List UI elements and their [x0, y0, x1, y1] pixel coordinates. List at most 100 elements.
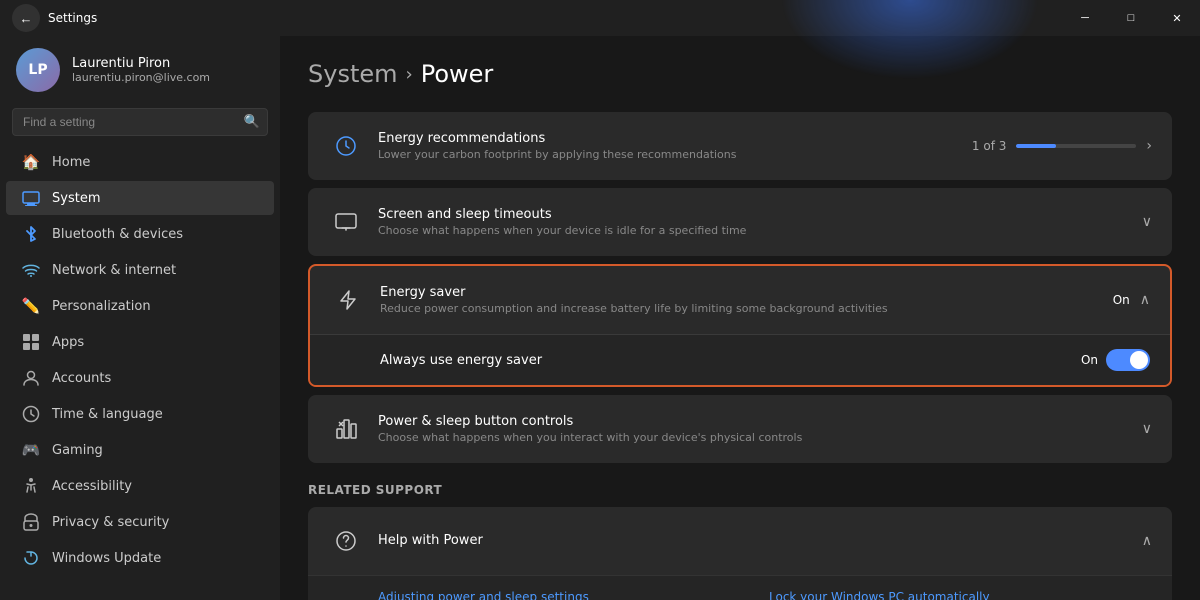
energy-saver-icon — [330, 282, 366, 318]
sidebar-item-bluetooth[interactable]: Bluetooth & devices — [6, 217, 274, 251]
close-button[interactable]: ✕ — [1154, 0, 1200, 36]
energy-saver-chevron-icon: ∧ — [1140, 292, 1150, 308]
back-button[interactable]: ← — [12, 4, 40, 32]
power-sleep-btn-title: Power & sleep button controls — [378, 414, 1142, 429]
help-card: Help with Power ∧ Adjusting power and sl… — [308, 507, 1172, 600]
screen-sleep-right: ∨ — [1142, 214, 1152, 230]
sidebar-item-personalization-label: Personalization — [52, 299, 151, 314]
sidebar-item-personalization[interactable]: ✏️ Personalization — [6, 289, 274, 323]
screen-sleep-card: Screen and sleep timeouts Choose what ha… — [308, 188, 1172, 256]
titlebar-controls: ─ □ ✕ — [1062, 0, 1200, 36]
breadcrumb-parent: System — [308, 60, 398, 88]
energy-recommendations-card: Energy recommendations Lower your carbon… — [308, 112, 1172, 180]
personalization-icon: ✏️ — [22, 297, 40, 315]
screen-sleep-row[interactable]: Screen and sleep timeouts Choose what ha… — [308, 188, 1172, 256]
sidebar-item-accessibility-label: Accessibility — [52, 479, 132, 494]
user-name: Laurentiu Piron — [72, 56, 210, 71]
titlebar-title: Settings — [48, 11, 97, 25]
user-email: laurentiu.piron@live.com — [72, 71, 210, 84]
energy-rec-right: 1 of 3 › — [972, 138, 1152, 154]
titlebar: ← Settings ─ □ ✕ — [0, 0, 1200, 36]
sidebar-item-system[interactable]: System — [6, 181, 274, 215]
sidebar-item-accounts[interactable]: Accounts — [6, 361, 274, 395]
power-sleep-btn-card: Power & sleep button controls Choose wha… — [308, 395, 1172, 463]
energy-saver-sub-row: Always use energy saver On — [310, 335, 1170, 385]
energy-rec-icon — [328, 128, 364, 164]
help-right: ∧ — [1142, 533, 1152, 549]
help-link-2[interactable]: Lock your Windows PC automatically — [769, 590, 1152, 600]
accounts-icon — [22, 369, 40, 387]
energy-saver-title: Energy saver — [380, 285, 1113, 300]
main-content: System › Power Energy recommendations Lo — [280, 36, 1200, 600]
sidebar-item-accounts-label: Accounts — [52, 371, 111, 386]
energy-rec-title: Energy recommendations — [378, 131, 972, 146]
sidebar-item-home[interactable]: 🏠 Home — [6, 145, 274, 179]
avatar-inner: LP — [16, 48, 60, 92]
home-icon: 🏠 — [22, 153, 40, 171]
energy-recommendations-row[interactable]: Energy recommendations Lower your carbon… — [308, 112, 1172, 180]
maximize-button[interactable]: □ — [1108, 0, 1154, 36]
related-support-label: Related support — [308, 483, 1172, 497]
power-sleep-btn-row[interactable]: Power & sleep button controls Choose wha… — [308, 395, 1172, 463]
content-area: LP Laurentiu Piron laurentiu.piron@live.… — [0, 36, 1200, 600]
system-icon — [22, 189, 40, 207]
power-sleep-btn-chevron-icon: ∨ — [1142, 421, 1152, 437]
sidebar-item-time[interactable]: Time & language — [6, 397, 274, 431]
always-status-label: On — [1081, 353, 1098, 367]
titlebar-left: ← Settings — [12, 4, 97, 32]
search-box: 🔍 — [12, 108, 268, 136]
breadcrumb: System › Power — [308, 60, 1172, 88]
breadcrumb-separator: › — [406, 64, 413, 85]
sidebar-item-update-label: Windows Update — [52, 551, 161, 566]
sidebar-item-accessibility[interactable]: Accessibility — [6, 469, 274, 503]
sidebar-item-gaming-label: Gaming — [52, 443, 103, 458]
avatar-initials: LP — [28, 62, 47, 78]
screen-sleep-chevron-icon: ∨ — [1142, 214, 1152, 230]
energy-saver-card: Energy saver Reduce power consumption an… — [308, 264, 1172, 387]
power-sleep-btn-right: ∨ — [1142, 421, 1152, 437]
help-header-row[interactable]: Help with Power ∧ — [308, 507, 1172, 576]
toggle-thumb — [1130, 351, 1148, 369]
search-input[interactable] — [12, 108, 268, 136]
settings-window: ← Settings ─ □ ✕ LP Laurentiu Piron laur — [0, 0, 1200, 600]
update-icon — [22, 549, 40, 567]
sidebar-item-home-label: Home — [52, 155, 90, 170]
sidebar: LP Laurentiu Piron laurentiu.piron@live.… — [0, 36, 280, 600]
power-btn-icon — [328, 411, 364, 447]
search-icon: 🔍 — [244, 115, 260, 130]
screen-sleep-icon — [328, 204, 364, 240]
apps-icon — [22, 333, 40, 351]
privacy-icon — [22, 513, 40, 531]
time-icon — [22, 405, 40, 423]
back-icon: ← — [20, 11, 33, 26]
sidebar-item-apps-label: Apps — [52, 335, 84, 350]
power-sleep-btn-text: Power & sleep button controls Choose wha… — [378, 414, 1142, 444]
help-icon — [328, 523, 364, 559]
sidebar-item-gaming[interactable]: 🎮 Gaming — [6, 433, 274, 467]
help-title: Help with Power — [378, 533, 1142, 548]
energy-rec-progress-bar — [1016, 144, 1136, 148]
screen-sleep-text: Screen and sleep timeouts Choose what ha… — [378, 207, 1142, 237]
sidebar-item-apps[interactable]: Apps — [6, 325, 274, 359]
energy-saver-toggle[interactable] — [1106, 349, 1150, 371]
help-links-section: Adjusting power and sleep settings Lock … — [308, 576, 1172, 600]
sidebar-item-system-label: System — [52, 191, 100, 206]
help-text: Help with Power — [378, 533, 1142, 550]
energy-rec-chevron-icon: › — [1146, 138, 1152, 154]
power-sleep-btn-desc: Choose what happens when you interact wi… — [378, 431, 1142, 444]
help-link-1[interactable]: Adjusting power and sleep settings — [378, 590, 761, 600]
sidebar-item-update[interactable]: Windows Update — [6, 541, 274, 575]
energy-saver-right: On ∧ — [1113, 292, 1150, 308]
energy-saver-main-row[interactable]: Energy saver Reduce power consumption an… — [310, 266, 1170, 335]
bluetooth-icon — [22, 225, 40, 243]
energy-saver-text: Energy saver Reduce power consumption an… — [380, 285, 1113, 315]
user-info: Laurentiu Piron laurentiu.piron@live.com — [72, 56, 210, 84]
user-section: LP Laurentiu Piron laurentiu.piron@live.… — [0, 36, 280, 108]
avatar: LP — [16, 48, 60, 92]
accessibility-icon — [22, 477, 40, 495]
sidebar-item-network[interactable]: Network & internet — [6, 253, 274, 287]
help-chevron-icon: ∧ — [1142, 533, 1152, 549]
minimize-button[interactable]: ─ — [1062, 0, 1108, 36]
sidebar-item-privacy[interactable]: Privacy & security — [6, 505, 274, 539]
always-use-label: Always use energy saver — [380, 353, 1081, 368]
